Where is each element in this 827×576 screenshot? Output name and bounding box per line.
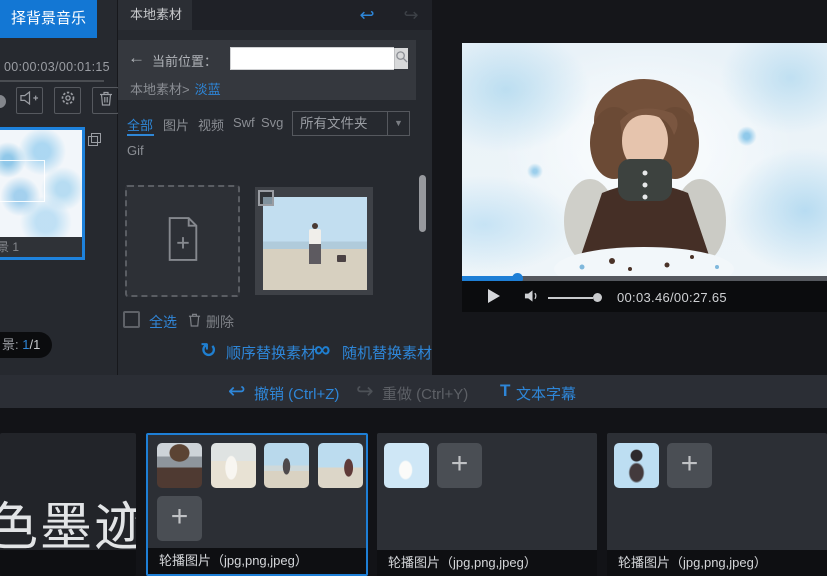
slideshow-card-strip: 色墨迹 + 轮播图片（jpg,png,jpeg） + 轮播图片（jpg,png,… <box>0 408 827 576</box>
portrait-figure <box>462 43 827 276</box>
card-label <box>0 550 136 576</box>
volume-knob[interactable] <box>0 95 6 108</box>
select-all-label[interactable]: 全选 <box>149 312 177 332</box>
material-item-checkbox[interactable] <box>258 190 274 206</box>
filter-tab-swf[interactable]: Swf <box>233 115 255 130</box>
search-box <box>230 47 394 70</box>
location-search-section: ← 当前位置： 本地素材> 淡蓝 <box>118 40 416 100</box>
video-preview: 00:03.46/00:27.65 <box>462 43 827 312</box>
material-item[interactable] <box>255 187 373 295</box>
breadcrumb-current[interactable]: 淡蓝 <box>195 82 221 97</box>
back-arrow-icon[interactable]: ← <box>128 48 145 68</box>
filter-tab-images[interactable]: 图片 <box>163 115 189 134</box>
replace-sequential-button[interactable]: 顺序替换素材 <box>226 342 316 363</box>
playback-time: 00:03.46/00:27.65 <box>617 290 727 305</box>
breadcrumb: 本地素材> 淡蓝 <box>130 79 221 98</box>
scrollbar[interactable] <box>419 175 426 232</box>
rotate-replace-icon[interactable]: ↻ <box>200 338 217 363</box>
carousel-image-thumb[interactable] <box>384 443 429 488</box>
undo-icon[interactable]: ↩ <box>228 379 246 404</box>
redo-icon[interactable]: ↪ <box>356 379 374 404</box>
panel-toolbar-strip <box>192 0 432 30</box>
filter-tab-video[interactable]: 视频 <box>198 115 224 134</box>
scene-counter-badge: 景: 1/1 <box>0 332 52 358</box>
music-scene-panel: 择背景音乐 00:00:03/00:01:15 景 1 景: 1/1 <box>0 0 118 375</box>
gear-icon <box>60 90 76 111</box>
card-label: 轮播图片（jpg,png,jpeg） <box>377 550 597 576</box>
folder-filter-dropdown[interactable]: 所有文件夹 ▼ <box>292 111 410 136</box>
trash-icon <box>99 90 113 111</box>
add-file-icon <box>164 216 202 267</box>
replace-random-button[interactable]: 随机替换素材 <box>342 342 432 363</box>
carousel-image-thumb[interactable] <box>211 443 256 488</box>
card-label: 轮播图片（jpg,png,jpeg） <box>148 548 366 574</box>
filter-tab-all[interactable]: 全部 <box>127 115 153 134</box>
scene-thumbnail-image <box>0 130 82 237</box>
trash-icon[interactable] <box>188 312 201 332</box>
magnifier-icon <box>395 50 408 68</box>
card-label: 轮播图片（jpg,png,jpeg） <box>607 550 827 576</box>
add-image-button[interactable]: + <box>437 443 482 488</box>
add-image-button[interactable]: + <box>157 496 202 541</box>
chevron-down-icon: ▼ <box>387 112 409 135</box>
scene-thumbnail[interactable]: 景 1 <box>0 127 85 260</box>
filter-tab-svg[interactable]: Svg <box>261 115 283 130</box>
preview-canvas[interactable] <box>462 43 827 276</box>
divider <box>0 80 104 82</box>
select-background-music-button[interactable]: 择背景音乐 <box>0 0 97 38</box>
duplicate-scene-icon[interactable] <box>88 133 102 147</box>
active-tab-underline <box>127 134 154 136</box>
volume-slider[interactable] <box>548 297 593 299</box>
carousel-image-thumb[interactable] <box>157 443 202 488</box>
template-title: 色墨迹 <box>0 485 136 560</box>
undo-button[interactable]: 撤销 (Ctrl+Z) <box>254 383 339 404</box>
tab-local-material[interactable]: 本地素材 <box>130 0 182 30</box>
filter-tab-gif[interactable]: Gif <box>127 143 144 158</box>
music-time-indicator: 00:00:03/00:01:15 <box>4 60 116 74</box>
scene-counter-prefix: 景: <box>2 337 19 352</box>
carousel-card-selected[interactable]: + 轮播图片（jpg,png,jpeg） <box>146 433 368 576</box>
carousel-card[interactable]: + 轮播图片（jpg,png,jpeg） <box>607 433 827 576</box>
add-material-tile[interactable] <box>125 185 240 297</box>
select-all-checkbox[interactable] <box>123 311 140 328</box>
template-card[interactable]: 色墨迹 <box>0 433 136 576</box>
text-tool-icon[interactable]: T <box>500 381 510 401</box>
text-subtitle-button[interactable]: 文本字幕 <box>516 383 576 404</box>
search-input[interactable] <box>231 48 394 69</box>
infinity-icon[interactable]: ∞ <box>314 336 330 363</box>
scene-counter-total: /1 <box>29 337 40 352</box>
speaker-plus-icon <box>20 91 39 110</box>
play-button[interactable] <box>488 289 500 308</box>
delete-button[interactable]: 删除 <box>206 312 234 332</box>
audio-settings-button[interactable] <box>54 87 81 114</box>
add-audio-button[interactable] <box>16 87 43 114</box>
folder-filter-value: 所有文件夹 <box>293 112 387 135</box>
beach-photo-thumbnail <box>263 197 367 290</box>
redo-button[interactable]: 重做 (Ctrl+Y) <box>382 383 468 404</box>
app-window: 择背景音乐 00:00:03/00:01:15 景 1 景: 1/1 <box>0 0 827 576</box>
volume-handle[interactable] <box>593 293 602 302</box>
breadcrumb-root[interactable]: 本地素材> <box>130 82 190 97</box>
carousel-image-thumb[interactable] <box>318 443 363 488</box>
carousel-card[interactable]: + 轮播图片（jpg,png,jpeg） <box>377 433 597 576</box>
undo-icon[interactable]: ↩ <box>356 4 378 26</box>
add-image-button[interactable]: + <box>667 443 712 488</box>
speaker-icon[interactable] <box>524 289 541 308</box>
scene-name-label: 景 1 <box>0 237 82 257</box>
carousel-image-thumb[interactable] <box>614 443 659 488</box>
redo-icon[interactable]: ↪ <box>400 4 422 26</box>
search-button[interactable] <box>394 48 408 69</box>
current-location-label: 当前位置： <box>152 51 217 70</box>
edit-action-bar: ↩ 撤销 (Ctrl+Z) ↪ 重做 (Ctrl+Y) T 文本字幕 <box>0 375 827 408</box>
player-controls: 00:03.46/00:27.65 <box>462 281 827 312</box>
scene-selection-rect <box>0 160 45 202</box>
material-browser-panel: 本地素材 ↩ ↪ ← 当前位置： 本地素材> 淡蓝 全部 图片 视频 Swf Sv… <box>118 0 432 375</box>
delete-audio-button[interactable] <box>92 87 119 114</box>
carousel-image-thumb[interactable] <box>264 443 309 488</box>
